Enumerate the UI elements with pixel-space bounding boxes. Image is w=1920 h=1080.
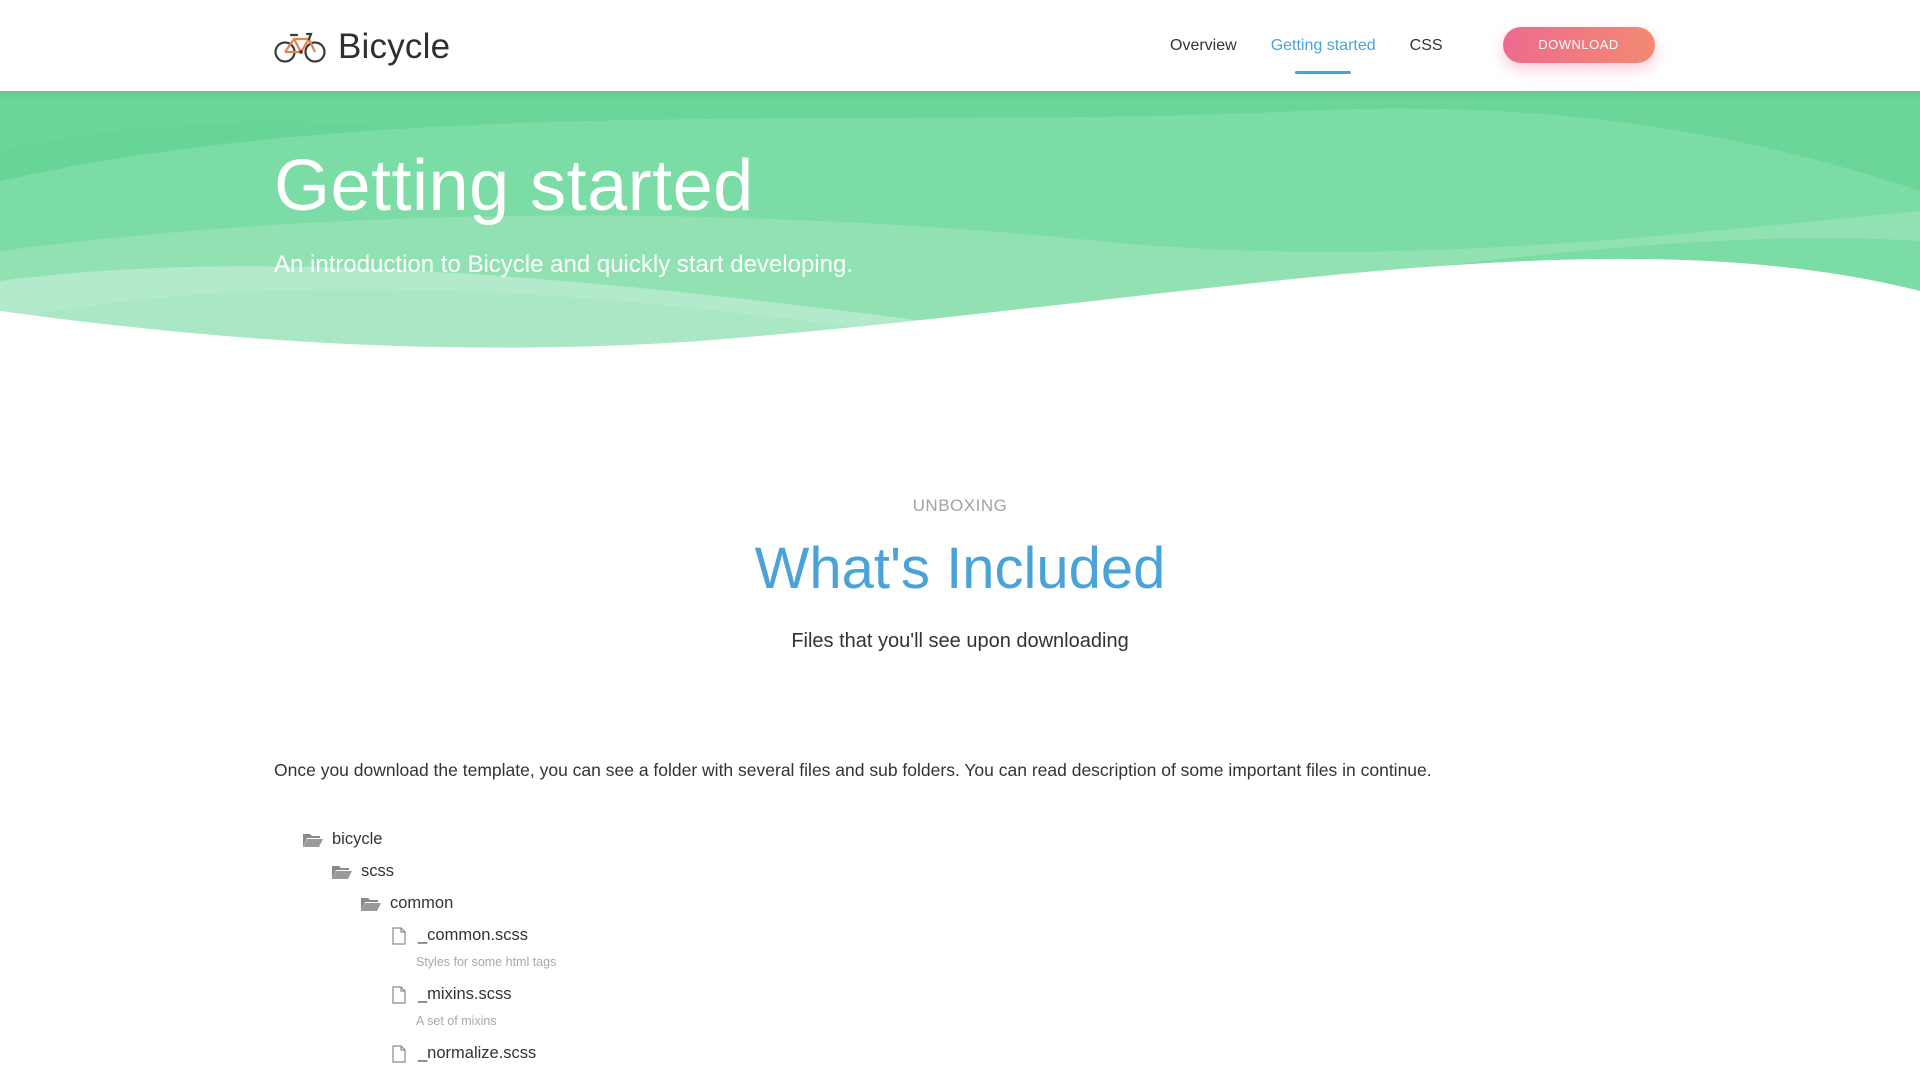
folder-open-icon xyxy=(302,831,324,849)
folder-open-icon xyxy=(331,863,353,881)
tree-item-label: scss xyxy=(361,862,394,880)
hero-banner: Getting started An introduction to Bicyc… xyxy=(0,91,1920,421)
intro-paragraph: Once you download the template, you can … xyxy=(274,759,1432,780)
top-navbar: Bicycle Overview Getting started CSS DOW… xyxy=(0,0,1920,91)
tree-item-normalize-scss[interactable]: _normalize.scss xyxy=(388,1044,536,1063)
nav-getting-started[interactable]: Getting started xyxy=(1271,0,1376,91)
file-icon xyxy=(388,926,410,945)
hero-title: Getting started xyxy=(274,146,754,226)
folder-open-icon xyxy=(360,895,382,913)
bicycle-icon xyxy=(274,32,326,63)
tree-item-label: _mixins.scss xyxy=(418,985,512,1003)
section-title: What's Included xyxy=(754,536,1166,601)
tree-item-common[interactable]: common xyxy=(360,894,453,913)
nav-css[interactable]: CSS xyxy=(1410,0,1443,91)
tree-item-bicycle[interactable]: bicycle xyxy=(302,830,382,849)
hero-subtitle: An introduction to Bicycle and quickly s… xyxy=(274,251,853,278)
section-lead: Files that you'll see upon downloading xyxy=(791,630,1129,652)
tree-item-label: bicycle xyxy=(332,830,383,848)
tree-item-description: A set of mixins xyxy=(416,1014,497,1028)
tree-item-mixins-scss[interactable]: _mixins.scss xyxy=(388,985,512,1004)
tree-item-label: common xyxy=(390,894,454,912)
nav-overview[interactable]: Overview xyxy=(1170,0,1237,91)
section-eyebrow: UNBOXING xyxy=(912,496,1008,515)
download-button[interactable]: DOWNLOAD xyxy=(1502,26,1655,63)
file-icon xyxy=(388,1044,410,1063)
tree-item-common-scss[interactable]: _common.scss xyxy=(388,926,528,945)
tree-item-scss[interactable]: scss xyxy=(331,862,394,881)
brand-name: Bicycle xyxy=(338,27,451,66)
file-icon xyxy=(388,985,410,1004)
brand-logo[interactable]: Bicycle xyxy=(274,22,450,72)
tree-item-description: Styles for some html tags xyxy=(416,955,557,969)
main-nav: Overview Getting started CSS DOWNLOAD xyxy=(1170,0,1655,91)
tree-item-label: _common.scss xyxy=(418,926,529,944)
tree-item-label: _normalize.scss xyxy=(418,1044,537,1062)
